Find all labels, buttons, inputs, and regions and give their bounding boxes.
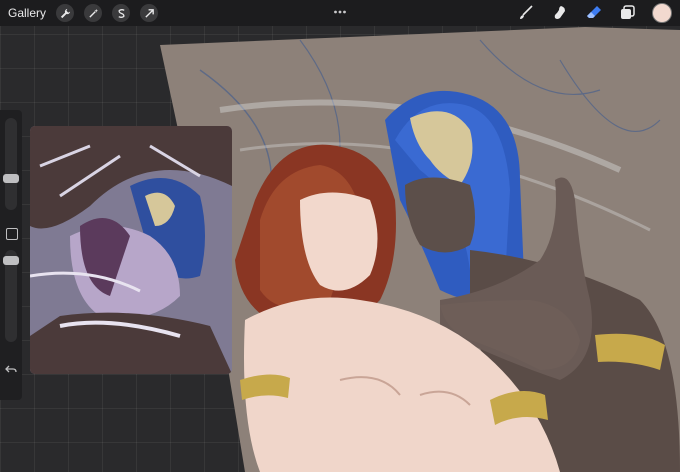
- left-sidebar: [0, 110, 22, 400]
- modify-button[interactable]: [6, 228, 18, 240]
- top-toolbar: Gallery: [0, 0, 680, 26]
- eraser-icon[interactable]: [584, 3, 604, 23]
- gallery-button[interactable]: Gallery: [8, 6, 46, 20]
- brush-icon[interactable]: [516, 3, 536, 23]
- brush-size-slider[interactable]: [5, 118, 17, 210]
- right-tools: [502, 3, 672, 23]
- magic-wand-icon[interactable]: [84, 4, 103, 22]
- brush-size-thumb[interactable]: [3, 174, 19, 183]
- current-color-swatch[interactable]: [652, 3, 672, 23]
- smudge-icon[interactable]: [550, 3, 570, 23]
- selection-s-icon[interactable]: [112, 4, 131, 22]
- reference-image[interactable]: [30, 126, 232, 374]
- more-dots-icon[interactable]: [333, 3, 347, 21]
- wrench-icon[interactable]: [56, 4, 75, 22]
- opacity-thumb[interactable]: [3, 256, 19, 265]
- layers-icon[interactable]: [618, 3, 638, 23]
- undo-icon[interactable]: [5, 362, 17, 374]
- transform-arrow-icon[interactable]: [140, 4, 159, 22]
